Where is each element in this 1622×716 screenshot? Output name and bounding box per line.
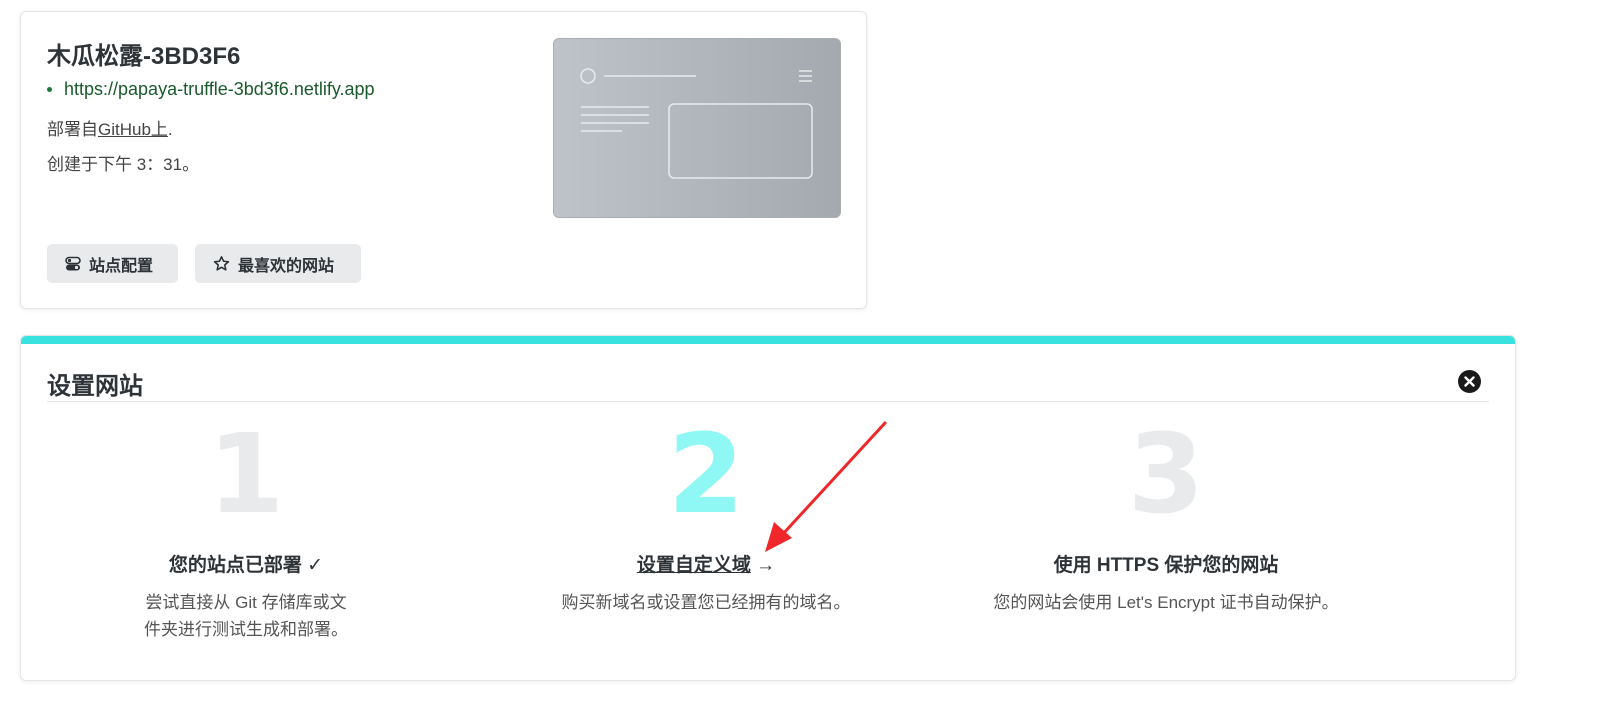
setup-title: 设置网站 (47, 373, 143, 400)
setup-site-panel: 设置网站 1 您的站点已部署 ✓ 尝试直接从 Git 存储库或文 件夹进行测试生… (20, 335, 1516, 681)
step-description-line: 件夹进行测试生成和部署。 (144, 620, 348, 639)
custom-domain-link[interactable]: 设置自定义域 (637, 555, 751, 576)
step-title-row: 设置自定义域 → (541, 550, 871, 577)
site-config-label: 站点配置 (89, 257, 154, 275)
step-description-line: 尝试直接从 Git 存储库或文 (145, 593, 347, 612)
step-number: 2 (667, 410, 745, 538)
site-config-button[interactable]: 站点配置 (47, 244, 178, 283)
deploy-suffix: . (167, 120, 173, 139)
star-icon (213, 255, 230, 272)
site-preview-thumbnail[interactable] (553, 38, 841, 218)
step-number: 3 (1127, 410, 1205, 538)
site-url-link[interactable]: https://papaya-truffle-3bd3f6.netlify.ap… (64, 79, 375, 100)
deploy-info: 部署自GitHub上. (47, 115, 173, 140)
site-title: 木瓜松露-3BD3F6 (47, 43, 241, 70)
step-deployed: 1 您的站点已部署 ✓ 尝试直接从 Git 存储库或文 件夹进行测试生成和部署。 (131, 416, 361, 643)
step-custom-domain: 2 设置自定义域 → 购买新域名或设置您已经拥有的域名。 (541, 416, 871, 616)
deploy-prefix: 部署自 (47, 120, 98, 139)
step-description: 尝试直接从 Git 存储库或文 件夹进行测试生成和部署。 (131, 589, 361, 643)
step-title: 使用 HTTPS 保护您的网站 (1053, 555, 1279, 576)
close-icon[interactable] (1458, 370, 1481, 393)
step-description: 您的网站会使用 Let's Encrypt 证书自动保护。 (993, 593, 1339, 612)
preview-wireframe-icon (580, 68, 813, 179)
toggle-icon (65, 256, 81, 272)
status-dot (47, 87, 52, 92)
step-https: 3 使用 HTTPS 保护您的网站 您的网站会使用 Let's Encrypt … (981, 416, 1351, 616)
favorite-site-label: 最喜欢的网站 (238, 257, 335, 275)
github-link[interactable]: GitHub上 (98, 120, 168, 139)
arrow-right-icon: → (756, 555, 776, 576)
site-url-row: https://papaya-truffle-3bd3f6.netlify.ap… (47, 79, 375, 100)
setup-accent-bar (21, 336, 1515, 344)
step-title: 您的站点已部署 ✓ (168, 555, 324, 576)
step-description: 购买新域名或设置您已经拥有的域名。 (561, 593, 851, 612)
setup-divider (47, 401, 1489, 402)
created-time: 创建于下午 3：31。 (47, 155, 200, 174)
favorite-site-button[interactable]: 最喜欢的网站 (195, 244, 361, 283)
step-number: 1 (207, 410, 285, 538)
site-card: 木瓜松露-3BD3F6 https://papaya-truffle-3bd3f… (20, 11, 867, 309)
